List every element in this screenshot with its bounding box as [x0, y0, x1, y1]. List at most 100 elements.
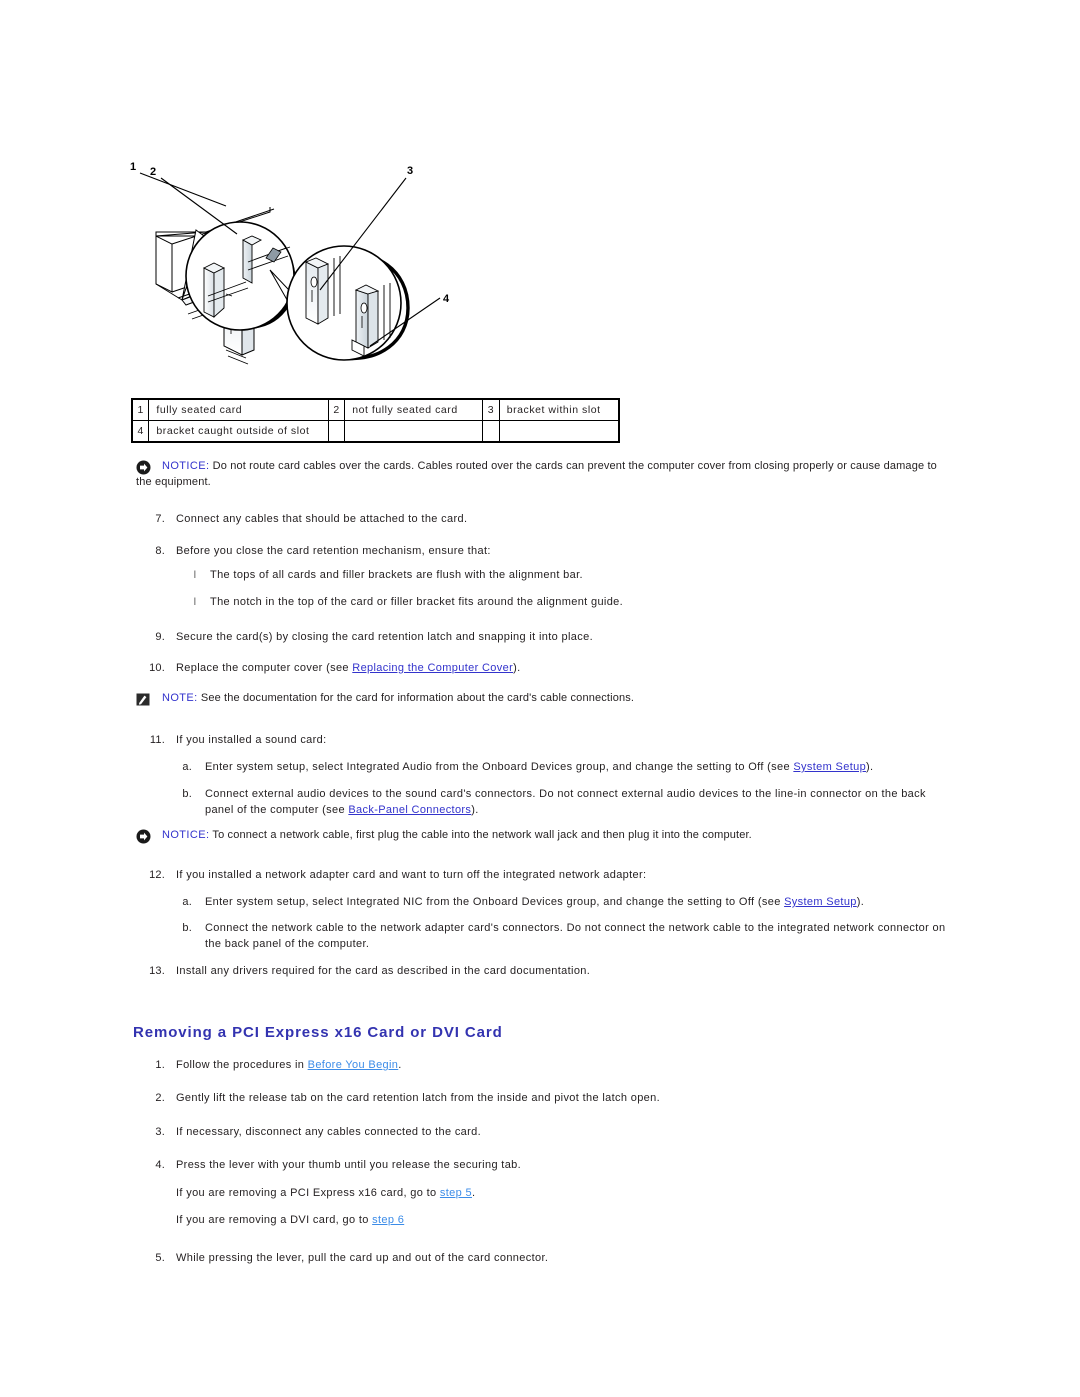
note-block-1: NOTE: See the documentation for the card… — [136, 691, 954, 707]
step-7-number: 7. — [155, 513, 165, 525]
remove-step-1-post: . — [398, 1059, 402, 1071]
step-10-number: 10. — [149, 662, 165, 674]
step-10-post: ). — [513, 662, 521, 674]
step-11: 11. If you installed a sound card: — [143, 733, 843, 749]
callout-ref-1: 1 — [131, 398, 150, 421]
table-row: 1 fully seated card 2 not fully seated c… — [131, 398, 620, 421]
remove-step-4-number: 4. — [155, 1159, 165, 1171]
step-11a-number: a. — [182, 761, 192, 773]
step-7: 7. Connect any cables that should be att… — [143, 512, 823, 528]
step-11b-number: b. — [182, 788, 192, 800]
callout-label-3: bracket within slot — [498, 398, 620, 421]
step-13-text: Install any drivers required for the car… — [176, 965, 591, 977]
remove-note-x16-post: . — [471, 1187, 476, 1199]
notice-keyword-2: NOTICE: — [162, 829, 210, 841]
link-step-6[interactable]: step 6 — [372, 1214, 404, 1226]
step-11a-post: ). — [866, 761, 874, 773]
card-seating-illustration: 2 1 3 4 — [130, 112, 460, 380]
step-11b-text: Connect external audio devices to the so… — [205, 787, 956, 818]
callout-label-empty-1 — [344, 420, 484, 443]
notice-arrow-icon — [136, 829, 151, 844]
remove-step-5: 5. While pressing the lever, pull the ca… — [143, 1251, 843, 1267]
step-11a-pre: Enter system setup, select Integrated Au… — [205, 761, 794, 773]
callout-label-1: fully seated card — [148, 398, 329, 421]
step-12b: b. Connect the network cable to the netw… — [178, 921, 956, 952]
step-10-text: Replace the computer cover (see Replacin… — [176, 661, 823, 677]
step-11-number: 11. — [149, 734, 165, 746]
callout-ref-3: 3 — [482, 398, 500, 421]
remove-step-2: 2. Gently lift the release tab on the ca… — [143, 1091, 883, 1107]
notice-arrow-icon — [136, 460, 151, 475]
callout-label-2: not fully seated card — [344, 398, 484, 421]
remove-step-5-text: While pressing the lever, pull the card … — [176, 1252, 549, 1264]
step-12b-number: b. — [182, 922, 192, 934]
step-12a-number: a. — [182, 896, 192, 908]
remove-step-3: 3. If necessary, disconnect any cables c… — [143, 1125, 843, 1141]
notice-keyword-1: NOTICE: — [162, 460, 210, 472]
note-text-1: NOTE: See the documentation for the card… — [162, 692, 634, 704]
callout-label-empty-2 — [498, 420, 620, 443]
link-system-setup-nic[interactable]: System Setup — [784, 896, 857, 908]
notice-block-2: NOTICE: To connect a network cable, firs… — [136, 828, 954, 844]
page-title: Removing a PCI Express x16 Card or DVI C… — [133, 1024, 503, 1042]
step-11b-post: ). — [471, 803, 479, 816]
link-replacing-the-computer-cover[interactable]: Replacing the Computer Cover — [352, 662, 513, 674]
step-13: 13. Install any drivers required for the… — [143, 964, 843, 980]
remove-step-1-text: Follow the procedures in Before You Begi… — [176, 1058, 843, 1074]
remove-step-1-number: 1. — [155, 1059, 165, 1071]
magnifier-left: 2 1 — [130, 161, 296, 331]
remove-step-5-number: 5. — [155, 1252, 165, 1264]
note-keyword-1: NOTE: — [162, 692, 198, 704]
remove-step-2-number: 2. — [155, 1092, 165, 1104]
callout-legend-table: 1 fully seated card 2 not fully seated c… — [131, 398, 620, 443]
notice-body-1: Do not route card cables over the cards.… — [136, 460, 937, 488]
step-8-bullet-2-text: The notch in the top of the card or fill… — [210, 596, 624, 608]
callout-4: 4 — [443, 293, 450, 305]
callout-ref-empty-1 — [327, 420, 346, 443]
callout-ref-4: 4 — [131, 420, 150, 443]
table-row: 4 bracket caught outside of slot — [131, 420, 620, 443]
remove-step-1: 1. Follow the procedures in Before You B… — [143, 1058, 843, 1074]
remove-step-3-text: If necessary, disconnect any cables conn… — [176, 1126, 482, 1138]
notice-text-2: NOTICE: To connect a network cable, firs… — [162, 829, 752, 841]
remove-step-3-number: 3. — [155, 1126, 165, 1138]
callout-3: 3 — [407, 165, 413, 177]
step-12a-post: ). — [856, 896, 865, 908]
remove-step-4-text: Press the lever with your thumb until yo… — [176, 1159, 522, 1171]
notice-body-2: To connect a network cable, first plug t… — [209, 829, 752, 841]
step-11a: a. Enter system setup, select Integrated… — [178, 760, 968, 776]
step-11-text: If you installed a sound card: — [176, 734, 327, 746]
callout-label-4: bracket caught outside of slot — [148, 420, 329, 443]
link-back-panel-connectors[interactable]: Back-Panel Connectors — [348, 804, 471, 816]
callout-ref-empty-2 — [482, 420, 500, 443]
bullet-marker-icon: l — [193, 597, 197, 608]
link-before-you-begin[interactable]: Before You Begin — [308, 1059, 399, 1071]
remove-note-dvi-pre: If you are removing a DVI card, go to — [176, 1214, 373, 1226]
step-11b-pre: Connect external audio devices to the so… — [205, 788, 926, 816]
step-9: 9. Secure the card(s) by closing the car… — [143, 630, 823, 646]
step-9-number: 9. — [155, 631, 165, 643]
note-pencil-icon — [136, 692, 151, 707]
step-12-text: If you installed a network adapter card … — [176, 869, 647, 881]
step-8-bullet-1: l The tops of all cards and filler brack… — [190, 568, 830, 584]
step-12a-text: Enter system setup, select Integrated NI… — [205, 895, 968, 911]
step-12: 12. If you installed a network adapter c… — [143, 868, 883, 884]
step-10-pre: Replace the computer cover (see — [176, 662, 353, 674]
step-9-text: Secure the card(s) by closing the card r… — [176, 631, 593, 643]
step-12b-text: Connect the network cable to the network… — [205, 922, 946, 950]
step-8-text: Before you close the card retention mech… — [176, 545, 491, 557]
step-8-number: 8. — [155, 545, 165, 557]
callout-1: 1 — [130, 161, 136, 173]
link-system-setup-audio[interactable]: System Setup — [793, 761, 866, 773]
step-12a: a. Enter system setup, select Integrated… — [178, 895, 968, 911]
magnifier-right: 3 4 — [269, 165, 450, 361]
step-8-bullet-2: l The notch in the top of the card or fi… — [190, 595, 830, 611]
callout-ref-2: 2 — [327, 398, 346, 421]
link-step-5[interactable]: step 5 — [440, 1187, 472, 1199]
remove-note-dvi: If you are removing a DVI card, go to st… — [176, 1213, 876, 1229]
step-13-number: 13. — [149, 965, 165, 977]
step-11a-text: Enter system setup, select Integrated Au… — [205, 760, 968, 776]
remove-note-x16-pre: If you are removing a PCI Express x16 ca… — [176, 1187, 440, 1199]
remove-step-4: 4. Press the lever with your thumb until… — [143, 1158, 843, 1174]
remove-step-2-text: Gently lift the release tab on the card … — [176, 1092, 660, 1104]
